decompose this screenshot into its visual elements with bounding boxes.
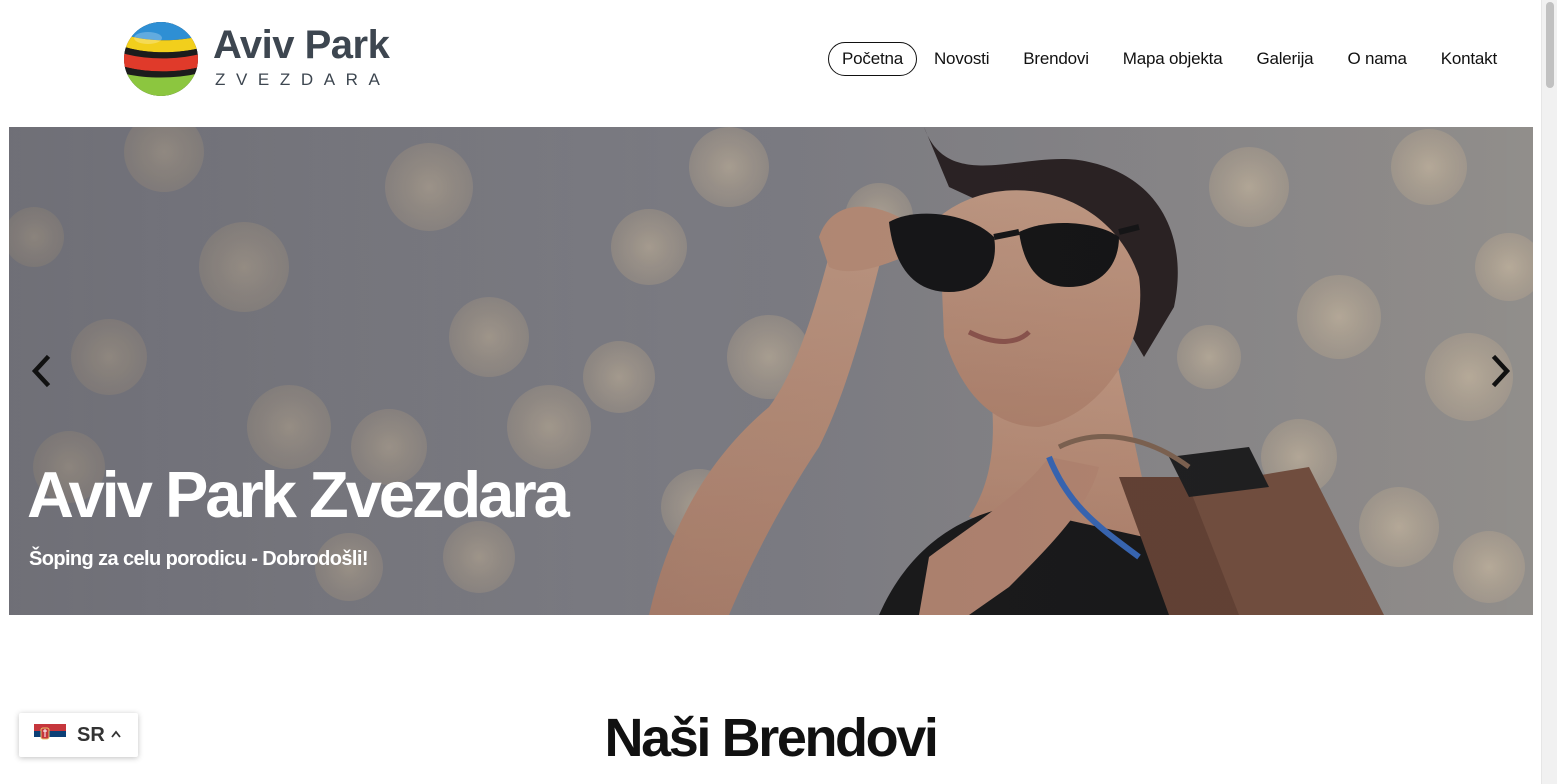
language-code: SR [77, 724, 105, 746]
nav-item-galerija[interactable]: Galerija [1239, 42, 1330, 76]
site-logo[interactable]: Aviv Park ZVEZDARA [122, 20, 412, 98]
logo-ball-icon [124, 22, 198, 96]
slider-next-button[interactable] [1486, 353, 1516, 389]
nav-item-o-nama[interactable]: O nama [1330, 42, 1423, 76]
nav-item-mapa-objekta[interactable]: Mapa objekta [1106, 42, 1240, 76]
hero-image [9, 127, 1533, 615]
brands-section-heading: Naši Brendovi [604, 708, 939, 768]
nav-item-kontakt[interactable]: Kontakt [1424, 42, 1514, 76]
hero-slider: Aviv Park Zvezdara Šoping za celu porodi… [9, 127, 1533, 615]
scrollbar-thumb[interactable] [1546, 2, 1554, 88]
nav-item-pocetna[interactable]: Početna [828, 42, 917, 76]
main-nav: Početna Novosti Brendovi Mapa objekta Ga… [828, 42, 1514, 76]
nav-item-novosti[interactable]: Novosti [917, 42, 1006, 76]
hero-subtitle: Šoping za celu porodicu - Dobrodošli! [29, 548, 369, 570]
logo-subtitle: ZVEZDARA [215, 70, 391, 89]
nav-item-brendovi[interactable]: Brendovi [1006, 42, 1106, 76]
language-switcher[interactable]: SR [19, 713, 138, 757]
site-header: Aviv Park ZVEZDARA Početna Novosti Brend… [0, 0, 1541, 127]
page-scrollbar[interactable] [1541, 0, 1557, 784]
serbia-flag-icon [34, 724, 66, 744]
slider-prev-button[interactable] [26, 353, 56, 389]
hero-title: Aviv Park Zvezdara [27, 458, 570, 531]
logo-title: Aviv Park [213, 23, 390, 67]
chevron-up-icon [111, 730, 121, 738]
page: Aviv Park ZVEZDARA Početna Novosti Brend… [0, 0, 1557, 784]
